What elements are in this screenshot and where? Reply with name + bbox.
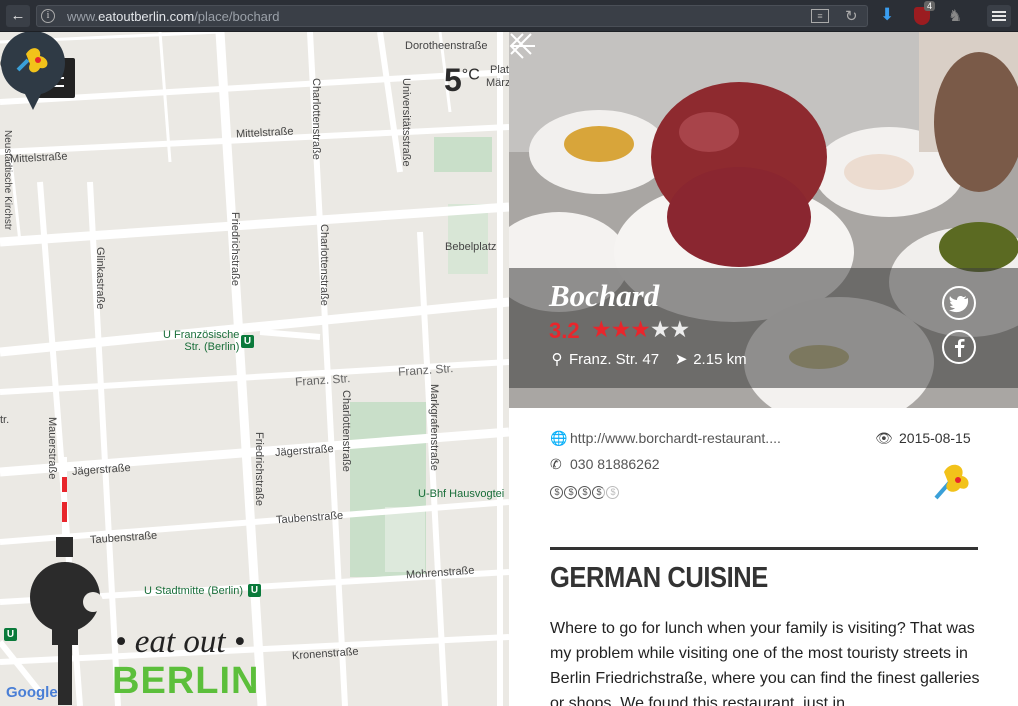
browser-back-button[interactable]: ← [6,5,30,27]
logo-tagline: • eat out • [115,624,246,660]
website-link[interactable]: http://www.borchardt-restaurant.... [570,430,781,446]
street-label: Charlottenstraße [310,78,322,160]
map[interactable]: Dorotheenstraße Plat März Mittelstraße M… [0,32,509,706]
street-label: Charlottenstraße [340,390,352,472]
reader-view-icon[interactable]: ≡ [811,9,829,23]
street-label: März [486,77,509,89]
street-label: Dorotheenstraße [405,40,488,52]
ubahn-station-label: U Französische Str. (Berlin) [163,329,240,353]
location-pin-icon: ⚲ [551,351,563,368]
star-empty-icon: ★★ [649,316,690,342]
browser-menu-button[interactable] [987,5,1011,27]
ubahn-icon: U [248,584,261,597]
address-row: ⚲ Franz. Str. 47 ➤ 2.15 km [549,350,747,368]
temperature-readout: 5°C [444,62,480,98]
cuisine-heading: GERMAN CUISINE [550,562,768,594]
street-label: Markgrafenstraße [428,384,440,471]
facebook-icon [955,339,965,357]
ubahn-icon: U [4,628,17,641]
walking-icon: ➤ [674,351,688,368]
rating-value: 3.2 [549,318,580,343]
address-bar[interactable]: i www.eatoutberlin.com/place/bochard ≡ ↻ [36,5,868,27]
description-text: Where to go for lunch when your family i… [550,620,980,706]
german-cuisine-icon [934,464,969,500]
street-label: Bebelplatz [445,241,497,253]
hero-photo: Bochard 3.2 ★★★★★ ⚲ Franz. Str. 47 ➤ 2.15 … [509,32,1018,408]
price-coin-half-icon: $ [592,486,605,499]
street-label: Glinkastraße [94,247,106,310]
star-rating: ★★★★★ [591,316,690,343]
price-coin-empty-icon: $ [606,486,619,499]
website-row[interactable]: 🌐 http://www.borchardt-restaurant.... [550,430,781,447]
logo-city: BERLIN [112,660,260,702]
close-icon[interactable] [509,32,533,56]
price-coin-icon: $ [578,486,591,499]
globe-icon: 🌐 [550,430,568,446]
street-label: Neustädtische Kirchstr [2,130,13,231]
browser-toolbar: ← i www.eatoutberlin.com/place/bochard ≡… [0,0,1018,32]
reload-icon[interactable]: ↻ [845,7,858,25]
star-full-icon: ★★★ [591,316,651,342]
street-label: Charlottenstraße [318,224,330,306]
price-level: $ $ $ $ $ [550,483,620,499]
price-coin-icon: $ [550,486,563,499]
visit-date: 2015-08-15 [899,430,971,446]
restaurant-name: Bochard [549,278,660,313]
twitter-button[interactable] [942,286,976,320]
ubahn-station-label: U-Bhf Hausvogtei [418,488,505,500]
phone-number[interactable]: 030 81886262 [570,456,660,472]
ublock-count-badge: 4 [924,1,936,11]
address: Franz. Str. 47 [569,351,660,368]
tv-tower-icon [30,457,103,705]
extension-icon[interactable]: ♞ [948,6,962,26]
street-label: Universitätsstraße [400,78,412,167]
date-row: 👁 2015-08-15 [875,430,971,447]
section-divider [550,547,978,550]
phone-row[interactable]: ✆ 030 81886262 [550,456,660,473]
download-icon[interactable]: ⬇ [880,5,894,25]
street-label: Friedrichstraße [229,212,241,286]
street-label: Friedrichstraße [253,432,265,506]
url-text[interactable]: www.eatoutberlin.com/place/bochard [67,9,279,24]
price-coin-icon: $ [564,486,577,499]
eye-icon: 👁 [875,430,893,446]
distance: 2.15 km [693,351,747,368]
info-icon[interactable]: i [41,9,55,23]
ubahn-station-label: U Stadtmitte (Berlin) [144,585,244,597]
phone-icon: ✆ [550,456,562,472]
street-label: tr. [0,414,10,426]
restaurant-map-pin[interactable] [0,32,66,110]
restaurant-detail-panel: Bochard 3.2 ★★★★★ ⚲ Franz. Str. 47 ➤ 2.15 … [509,32,1018,706]
google-logo: Google [6,684,58,701]
ubahn-icon: U [241,335,254,348]
twitter-icon [949,296,969,313]
facebook-button[interactable] [942,330,976,364]
street-label: Plat [490,64,509,76]
